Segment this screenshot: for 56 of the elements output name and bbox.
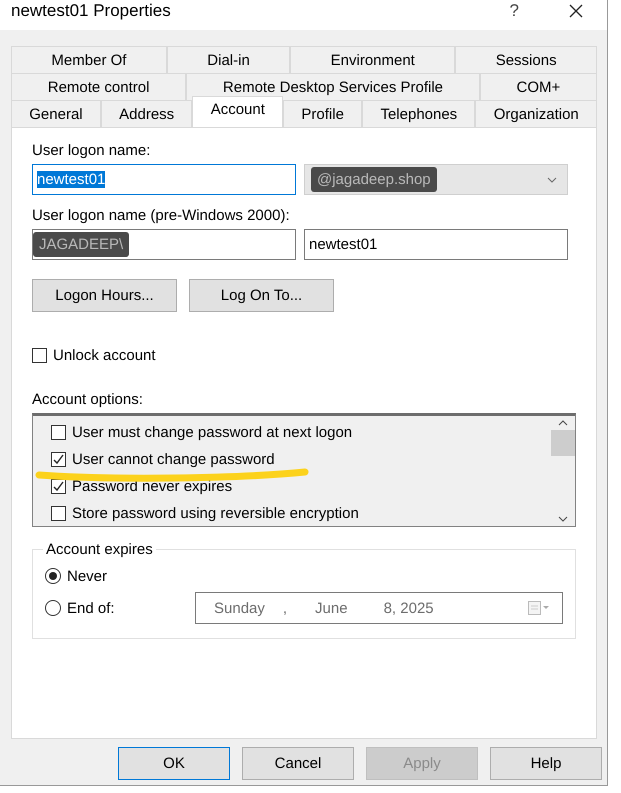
scrollbar-thumb[interactable] — [551, 430, 575, 456]
checkbox[interactable] — [51, 452, 66, 467]
check-icon — [53, 481, 64, 492]
tab[interactable]: Remote control — [11, 73, 186, 100]
tab[interactable]: Profile — [283, 100, 362, 127]
help-button[interactable]: ? — [510, 1, 519, 21]
checkbox-label: User cannot change password — [72, 451, 275, 468]
field-label: User logon name: — [32, 142, 152, 159]
chevron-down-icon[interactable] — [558, 516, 568, 522]
radio-button[interactable] — [45, 568, 61, 584]
dialog-button[interactable]: OK — [118, 747, 230, 780]
tab[interactable]: Telephones — [362, 100, 476, 127]
list-item[interactable]: User must change password at next logon — [51, 419, 551, 446]
window-title: newtest01 Properties — [11, 1, 172, 21]
checkbox-label: Password never expires — [72, 478, 232, 495]
checkbox-label: User must change password at next logon — [72, 424, 352, 441]
dialog-button[interactable]: Logon Hours... — [32, 279, 177, 312]
field-label: Account options: — [32, 391, 144, 408]
dialog-button[interactable]: Log On To... — [189, 279, 334, 312]
radio-label: End of: — [67, 600, 115, 616]
tab[interactable]: Member Of — [11, 46, 167, 73]
tab[interactable]: Remote Desktop Services Profile — [186, 73, 480, 100]
radio-button[interactable] — [45, 600, 61, 616]
checkbox[interactable] — [51, 506, 66, 521]
list-item[interactable]: User cannot change password — [51, 446, 551, 473]
pre2000-name-field[interactable]: newtest01 — [304, 229, 568, 260]
tab[interactable]: Organization — [475, 100, 598, 127]
tab[interactable]: Environment — [290, 46, 456, 73]
radio-label: Never — [67, 568, 108, 584]
tab[interactable]: COM+ — [480, 73, 597, 100]
tab[interactable]: Sessions — [455, 46, 597, 73]
logon-name-field[interactable]: newtest01 — [32, 164, 296, 195]
field-label: User logon name (pre-Windows 2000): — [32, 207, 291, 224]
checkbox[interactable] — [51, 425, 66, 440]
radio-option[interactable]: End of: — [45, 594, 115, 622]
tab[interactable]: Account — [192, 96, 284, 127]
chevron-down-icon — [547, 176, 557, 182]
check-icon — [53, 454, 64, 465]
checkbox-label: Unlock account — [53, 347, 156, 364]
group-title: Account expires — [45, 541, 154, 558]
close-icon[interactable] — [569, 4, 583, 18]
radio-option[interactable]: Never — [45, 562, 108, 590]
tab[interactable]: Dial-in — [166, 46, 290, 73]
domain-prefix-field[interactable]: JAGADEEP\ — [32, 229, 296, 260]
checkbox[interactable] — [32, 348, 47, 363]
tab[interactable]: General — [11, 100, 101, 127]
radio-dot-icon — [49, 572, 57, 580]
list-item[interactable]: Store password using reversible encryption — [51, 500, 551, 527]
checkbox-row[interactable]: Unlock account — [32, 342, 576, 369]
checkbox[interactable] — [51, 479, 66, 494]
chevron-up-icon[interactable] — [558, 420, 568, 426]
list-item[interactable]: Password never expires — [51, 473, 551, 500]
dialog-button[interactable]: Help — [490, 747, 602, 780]
tab[interactable]: Address — [100, 100, 192, 127]
checkbox-label: Store password using reversible encryption — [72, 505, 359, 522]
dialog-button[interactable]: Cancel — [242, 747, 354, 780]
